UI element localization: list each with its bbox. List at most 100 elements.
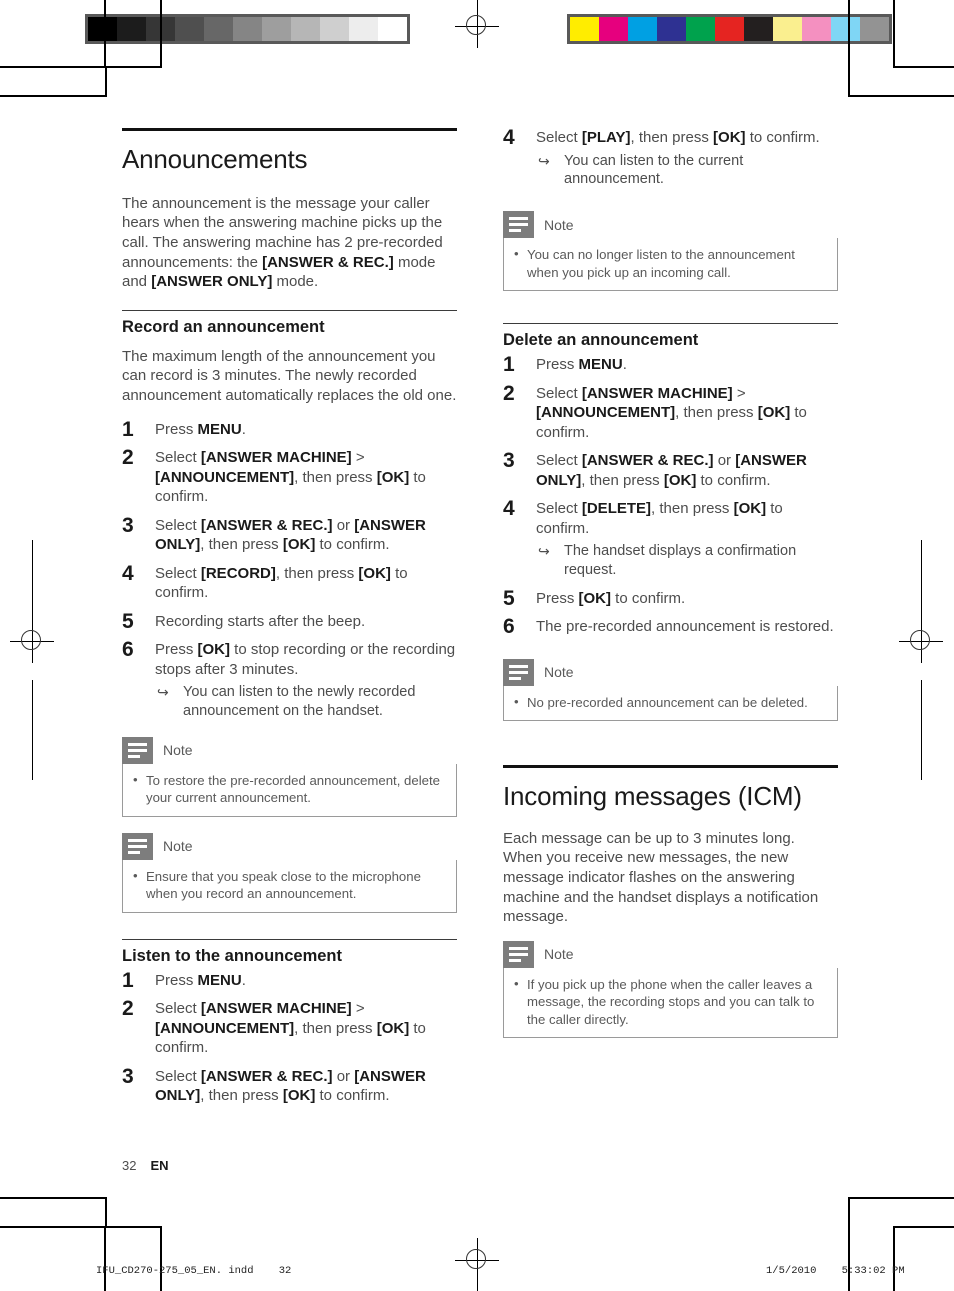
step-item: 1 Press MENU. — [122, 968, 457, 992]
step-text: Select [ANSWER & REC.] or [ANSWER ONLY],… — [155, 516, 426, 554]
fold-line-left-lower — [32, 680, 33, 780]
note-icon — [503, 211, 534, 239]
note-header: Note — [503, 940, 838, 968]
right-text-column: 4 Select [PLAY], then press [OK] to confi… — [503, 126, 838, 1039]
note-header: Note — [503, 658, 838, 686]
subsection-rule-delete — [503, 323, 838, 325]
crop-mark-top-right-vertical — [893, 0, 895, 67]
calibration-swatch-7 — [773, 17, 802, 41]
step-number: 3 — [122, 1064, 134, 1088]
intro-bold-answer-rec: [ANSWER & REC.] — [262, 253, 394, 271]
calibration-swatch-3 — [657, 17, 686, 41]
step-number: 6 — [503, 615, 515, 639]
note-icon — [503, 658, 534, 686]
calibration-swatch-7 — [291, 17, 320, 41]
step-item: 6 Press [OK] to stop recording or the rec… — [122, 638, 457, 721]
note-items: To restore the pre-recorded announcement… — [133, 771, 446, 807]
listen-steps-continued-list: 4 Select [PLAY], then press [OK] to confi… — [503, 126, 838, 189]
step-item: 3 Select [ANSWER & REC.] or [ANSWER ONLY]… — [122, 513, 457, 555]
step-number: 1 — [503, 353, 515, 376]
calibration-swatch-5 — [233, 17, 262, 41]
step-item: 1 Press MENU. — [503, 353, 838, 376]
step-number: 5 — [503, 586, 515, 610]
calibration-swatch-0 — [570, 17, 599, 41]
note-label: Note — [544, 664, 574, 681]
note-icon — [122, 736, 153, 764]
step-item: 5 Press [OK] to confirm. — [503, 586, 838, 610]
calibration-swatch-10 — [860, 17, 889, 41]
step-number: 4 — [122, 561, 134, 585]
section-rule-announcements — [122, 128, 457, 131]
calibration-swatch-9 — [831, 17, 860, 41]
result-arrow-icon: ↪ — [538, 152, 550, 169]
step-item: 1 Press MENU. — [122, 417, 457, 441]
step-item: 3 Select [ANSWER & REC.] or [ANSWER ONLY]… — [503, 449, 838, 490]
document-page: Announcements The announcement is the me… — [0, 0, 954, 1291]
step-number: 1 — [122, 968, 134, 992]
crop-mark-bottom-left-edge-vertical — [105, 1197, 107, 1227]
left-text-column: Announcements The announcement is the me… — [122, 128, 457, 1115]
step-item: 6 The pre-recorded announcement is restor… — [503, 615, 838, 639]
intro-bold-answer-only: [ANSWER ONLY] — [151, 273, 273, 291]
note-box-no-delete: Note No pre-recorded announcement can be… — [503, 658, 838, 722]
record-steps-list: 1 Press MENU. 2 Select [ANSWER MACHINE] > [… — [122, 417, 457, 721]
intro-text-3: mode. — [272, 273, 319, 291]
section-rule-icm — [503, 765, 838, 769]
step-number: 3 — [122, 513, 134, 537]
crop-mark-top-right-inner-horizontal — [848, 95, 954, 97]
note-items: Ensure that you speak close to the micro… — [133, 867, 446, 903]
step-text: Select [DELETE], then press [OK] to conf… — [536, 500, 783, 537]
note-bullet-item: Ensure that you speak close to the micro… — [133, 867, 446, 903]
note-header: Note — [122, 832, 457, 860]
note-icon — [122, 832, 153, 860]
crop-mark-bottom-left-inner-horizontal — [0, 1197, 107, 1199]
step-text: Press MENU. — [155, 971, 246, 989]
note-body: Ensure that you speak close to the micro… — [122, 859, 457, 913]
note-box-restore: Note To restore the pre-recorded announc… — [122, 736, 457, 817]
delete-steps-list: 1 Press MENU. 2 Select [ANSWER MACHINE] > [… — [503, 353, 838, 639]
calibration-swatch-6 — [744, 17, 773, 41]
listen-steps-list: 1 Press MENU. 2 Select [ANSWER MACHINE] > [… — [122, 968, 457, 1106]
step-text: Select [ANSWER MACHINE] > [ANNOUNCEMENT]… — [155, 449, 426, 506]
note-items: No pre-recorded announcement can be dele… — [514, 693, 827, 711]
crop-mark-bottom-left-vertical — [104, 1226, 106, 1291]
note-items: If you pick up the phone when the caller… — [514, 975, 827, 1028]
step-number: 2 — [122, 997, 134, 1021]
step-number: 3 — [503, 449, 515, 472]
note-body: To restore the pre-recorded announcement… — [122, 763, 457, 817]
color-calibration-strip — [567, 14, 892, 44]
step-text: Recording starts after the beep. — [155, 612, 366, 630]
step-text: The pre-recorded announcement is restore… — [536, 618, 834, 636]
step-result-text: ↪ The handset displays a confirmation req… — [538, 543, 797, 578]
step-number: 2 — [122, 446, 134, 470]
step-number: 1 — [122, 417, 134, 441]
note-bullet-item: To restore the pre-recorded announcement… — [133, 771, 446, 807]
page-title: Announcements — [122, 144, 308, 174]
registration-mark-right-center — [899, 619, 943, 663]
note-items: You can no longer listen to the announce… — [514, 245, 827, 281]
calibration-swatch-4 — [686, 17, 715, 41]
note-bullet-item: No pre-recorded announcement can be dele… — [514, 693, 827, 711]
step-number: 6 — [122, 638, 134, 662]
heading-listen-announcement: Listen to the announcement — [122, 946, 343, 965]
step-result-text: ↪ You can listen to the current announcem… — [538, 152, 744, 188]
calibration-swatch-6 — [262, 17, 291, 41]
heading-delete-announcement: Delete an announcement — [503, 331, 699, 350]
fold-line-right-lower — [921, 680, 922, 780]
step-text: Press MENU. — [155, 420, 246, 438]
note-header: Note — [503, 211, 838, 239]
step-item: 5 Recording starts after the beep. — [122, 610, 457, 633]
note-header: Note — [122, 736, 457, 764]
crop-mark-bottom-left-inner-vertical — [160, 1226, 162, 1291]
note-bullet-item: If you pick up the phone when the caller… — [514, 975, 827, 1028]
step-text: Select [ANSWER MACHINE] > [ANNOUNCEMENT]… — [536, 384, 807, 441]
note-body: You can no longer listen to the announce… — [503, 238, 838, 292]
calibration-swatch-9 — [349, 17, 378, 41]
icm-title: Incoming messages (ICM) — [503, 781, 802, 812]
registration-mark-bottom-center — [455, 1238, 499, 1282]
registration-mark-top-center — [455, 4, 499, 48]
note-box-pickup-phone: Note If you pick up the phone when the c… — [503, 940, 838, 1039]
step-item: 4 Select [PLAY], then press [OK] to confi… — [503, 126, 838, 189]
crop-mark-top-left-edge-vertical — [105, 66, 107, 96]
note-bullet-item: You can no longer listen to the announce… — [514, 245, 827, 281]
